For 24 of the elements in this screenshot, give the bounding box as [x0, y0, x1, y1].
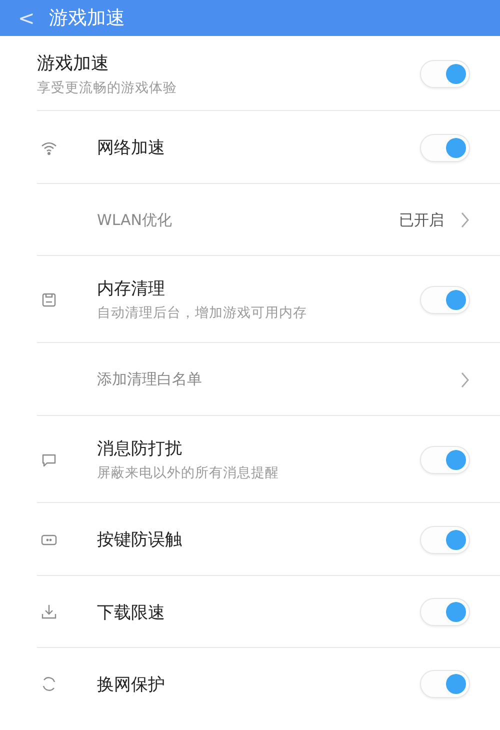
setting-title: 游戏加速	[37, 52, 110, 74]
setting-title: 换网保护	[97, 674, 166, 696]
setting-title: 消息防打扰	[97, 438, 183, 460]
setting-description: 享受更流畅的游戏体验	[37, 78, 178, 96]
setting-title: WLAN优化	[97, 210, 174, 230]
toggle-switch[interactable]	[420, 446, 470, 474]
toggle-switch[interactable]	[420, 286, 470, 314]
chevron-icon[interactable]	[460, 212, 470, 228]
toggle-switch[interactable]	[420, 134, 470, 162]
chevron-icon[interactable]	[460, 372, 470, 388]
setting-title: 添加清理白名单	[97, 370, 203, 389]
setting-title: 按键防误触	[97, 529, 183, 551]
toggle-switch[interactable]	[420, 670, 470, 698]
setting-description: 屏蔽来电以外的所有消息提醒	[97, 464, 280, 482]
setting-description: 自动清理后台，增加游戏可用内存	[97, 304, 308, 322]
toggle-switch[interactable]	[420, 598, 470, 626]
setting-title: 下载限速	[97, 602, 166, 624]
status-value: 已开启	[399, 210, 444, 230]
setting-title: 内存清理	[97, 278, 166, 300]
setting-title: 网络加速	[97, 137, 166, 159]
page-title: 游戏加速	[48, 6, 125, 31]
toggle-switch[interactable]	[420, 60, 470, 88]
back-button[interactable]: <	[18, 6, 35, 30]
toggle-switch[interactable]	[420, 526, 470, 554]
